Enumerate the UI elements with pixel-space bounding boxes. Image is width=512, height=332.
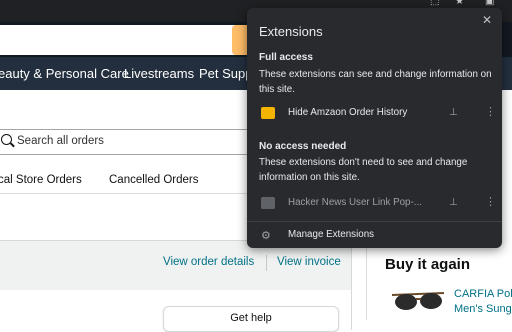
- extension-icon: [261, 107, 275, 119]
- link-separator: [266, 255, 267, 271]
- star-icon[interactable]: ★: [455, 0, 464, 7]
- buy-again-title: Buy it again: [385, 256, 471, 273]
- more-options-icon[interactable]: ⋮: [485, 197, 496, 208]
- tab-local-store-orders[interactable]: cal Store Orders: [0, 174, 82, 186]
- no-access-heading: No access needed: [259, 141, 347, 152]
- extension-icon: [261, 197, 275, 209]
- nav-item-livestreams[interactable]: Livestreams: [124, 66, 194, 81]
- extension-name: Hide Amzaon Order History: [288, 107, 408, 118]
- sidebar-divider: [366, 240, 367, 320]
- view-invoice-link[interactable]: View invoice: [277, 256, 341, 268]
- extensions-popup-title: Extensions: [259, 24, 323, 39]
- full-access-description: These extensions can see and change info…: [259, 69, 492, 95]
- more-options-icon[interactable]: ⋮: [485, 107, 496, 118]
- close-icon[interactable]: ✕: [482, 13, 492, 27]
- get-help-button[interactable]: Get help: [163, 306, 339, 332]
- tab-cancelled-orders[interactable]: Cancelled Orders: [109, 174, 198, 186]
- amazon-search-field[interactable]: [0, 25, 238, 55]
- product-title-line1[interactable]: CARFIA Pola: [454, 288, 512, 300]
- nav-item-beauty[interactable]: eauty & Personal Care: [0, 66, 129, 81]
- get-help-label: Get help: [230, 312, 272, 324]
- gear-icon[interactable]: ⚙: [261, 229, 271, 242]
- pin-icon[interactable]: ⊥: [449, 107, 458, 118]
- search-orders-placeholder: Search all orders: [17, 135, 104, 147]
- browser-toolbar: ⬚ ★ ▣: [0, 0, 512, 8]
- manage-extensions-link[interactable]: Manage Extensions: [288, 229, 374, 240]
- pin-icon[interactable]: ⊥: [449, 197, 458, 208]
- full-access-heading: Full access: [259, 52, 313, 63]
- extensions-puzzle-icon[interactable]: ▣: [485, 0, 494, 7]
- view-order-details-link[interactable]: View order details: [163, 256, 254, 268]
- share-icon[interactable]: ⬚: [430, 0, 439, 7]
- sunglasses-product-image[interactable]: [390, 289, 446, 311]
- product-title-line2[interactable]: Men's Sung: [454, 303, 512, 315]
- extensions-popup: Extensions ✕ Full access These extension…: [247, 8, 502, 248]
- no-access-description: These extensions don't need to see and c…: [259, 157, 468, 183]
- extension-name: Hacker News User Link Pop-...: [288, 197, 422, 208]
- popup-divider: [247, 221, 502, 222]
- search-icon: [1, 134, 12, 145]
